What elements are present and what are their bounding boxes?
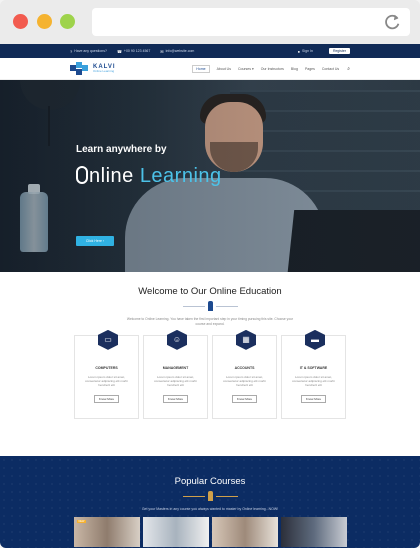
search-icon[interactable]: ⌕ (347, 66, 350, 72)
chevron-down-icon: ▾ (252, 66, 254, 71)
card-title: ACCOUNTS (234, 365, 255, 370)
know-more-button[interactable]: Know More (231, 395, 258, 404)
phone-icon: ☎ (116, 48, 122, 54)
minimize-window-button[interactable] (37, 14, 52, 29)
card-title: COMPUTERS (95, 365, 118, 370)
category-card: ▭ COMPUTERS Lorem ipsum dolor sit amet, … (74, 329, 139, 419)
close-window-button[interactable] (13, 14, 28, 29)
popular-description: Get your Masters in any course you alway… (141, 507, 279, 511)
hero-text: Learn anywhere by nline Learning (76, 144, 222, 188)
nav-blog[interactable]: Blog (291, 67, 298, 71)
course-thumbnail[interactable]: NEW (73, 517, 140, 547)
card-title: MANAGEMENT (162, 365, 189, 370)
laptop-icon: ▬ (305, 329, 325, 350)
browser-chrome (0, 0, 420, 44)
category-card: ☺ MANAGEMENT Lorem ipsum dolor sit amet,… (143, 329, 208, 419)
calculator-icon: ▦ (236, 329, 256, 350)
popular-courses-section: Popular Courses Get your Masters in any … (0, 456, 420, 548)
main-menu: Home About Us Courses ▾ Our Instructors … (185, 64, 350, 73)
question-icon: ? (70, 48, 73, 54)
person-figure-icon (207, 491, 213, 501)
mail-icon: ✉ (160, 48, 164, 54)
maximize-window-button[interactable] (60, 14, 75, 29)
phone-text: +00 90 123 4567 (123, 49, 151, 53)
course-thumbnail[interactable] (142, 517, 209, 547)
know-more-button[interactable]: Know More (93, 395, 120, 404)
category-card: ▦ ACCOUNTS Lorem ipsum dolor sit amet, c… (212, 329, 277, 419)
phone-item: ☎ +00 90 123 4567 (117, 49, 150, 54)
card-text: Lorem ipsum dolor sit amet, consectetur … (154, 374, 197, 388)
user-icon: ● (297, 48, 301, 54)
hero-cta-label: Click Here (85, 239, 102, 243)
hero-banner: Learn anywhere by nline Learning Click H… (0, 80, 420, 272)
know-more-button[interactable]: Know More (162, 395, 189, 404)
monitor-icon: ▭ (98, 329, 118, 350)
popular-title: Popular Courses (174, 476, 246, 487)
welcome-title: Welcome to Our Online Education (138, 286, 282, 297)
signin-text[interactable]: Sign In (302, 49, 313, 53)
site-logo[interactable]: KALVI Online Learning (70, 61, 116, 76)
user-icon: ☺ (167, 329, 187, 350)
card-text: Lorem ipsum dolor sit amet, consectetur … (85, 374, 128, 388)
hero-title-part2: Learning (139, 165, 222, 187)
title-divider (0, 301, 420, 311)
course-thumbnails: NEW (0, 517, 420, 547)
email-text[interactable]: info@website.com (166, 49, 195, 53)
email-item[interactable]: ✉ info@website.com (160, 49, 194, 54)
course-thumbnail[interactable] (211, 517, 278, 547)
nav-home[interactable]: Home (192, 64, 210, 73)
browser-window: ? Have any questions? ☎ +00 90 123 4567 ✉ i… (0, 0, 420, 548)
course-thumbnail[interactable] (280, 517, 347, 547)
nav-courses[interactable]: Courses ▾ (238, 67, 254, 71)
category-cards: ▭ COMPUTERS Lorem ipsum dolor sit amet, … (0, 329, 420, 419)
address-bar[interactable] (92, 8, 410, 36)
register-button[interactable]: Register (328, 48, 350, 54)
nav-courses-label: Courses (237, 66, 252, 71)
question-item: ? Have any questions? (70, 49, 107, 54)
title-divider (0, 491, 420, 501)
person-figure-icon (207, 301, 213, 311)
top-info-bar: ? Have any questions? ☎ +00 90 123 4567 ✉ i… (0, 44, 420, 58)
hero-title-part1: nline (89, 165, 140, 187)
logo-mark-icon (70, 61, 90, 76)
hero-title: nline Learning (76, 165, 222, 188)
new-badge: NEW (76, 520, 87, 523)
reload-icon[interactable] (384, 13, 402, 31)
main-navbar: KALVI Online Learning Home About Us Cour… (0, 58, 420, 80)
nav-about[interactable]: About Us (217, 67, 231, 71)
hero-cta-button[interactable]: Click Here › (76, 236, 114, 246)
card-text: Lorem ipsum dolor sit amet, consectetur … (292, 374, 335, 388)
signin-link[interactable]: ● Sign In (298, 49, 313, 54)
nav-contact[interactable]: Contact Us (322, 67, 339, 71)
card-title: IT & SOFTWARE (299, 365, 328, 370)
question-text: Have any questions? (74, 49, 107, 53)
nav-pages[interactable]: Pages (305, 67, 315, 71)
category-card: ▬ IT & SOFTWARE Lorem ipsum dolor sit am… (281, 329, 346, 419)
welcome-description: Welcome to Online Learning. You have tak… (126, 317, 294, 326)
webpage: ? Have any questions? ☎ +00 90 123 4567 ✉ i… (0, 44, 420, 548)
logo-tagline: Online Learning (93, 69, 115, 73)
mouse-icon (76, 166, 88, 184)
nav-instructors[interactable]: Our Instructors (261, 67, 284, 71)
hero-subtitle: Learn anywhere by (76, 144, 167, 155)
know-more-button[interactable]: Know More (300, 395, 327, 404)
welcome-section: Welcome to Our Online Education Welcome … (0, 272, 420, 419)
card-text: Lorem ipsum dolor sit amet, consectetur … (223, 374, 266, 388)
